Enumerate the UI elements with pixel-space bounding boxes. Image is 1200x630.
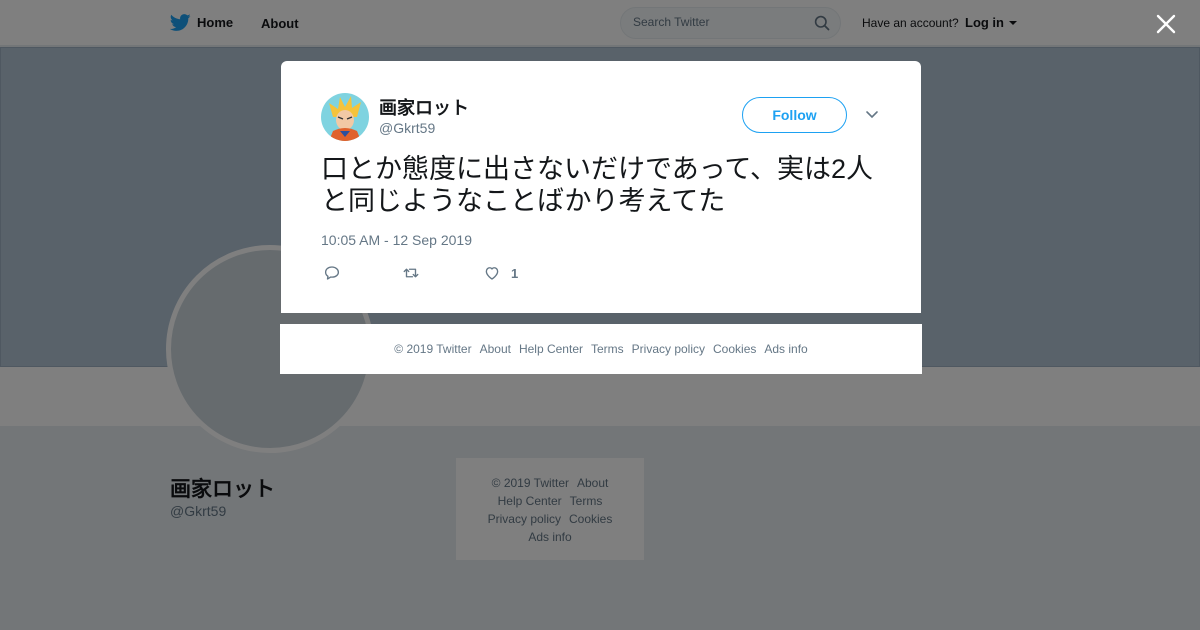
chevron-down-icon[interactable] [865, 109, 879, 121]
retweet-button[interactable] [402, 263, 420, 283]
tweet-author-handle[interactable]: @Gkrt59 [379, 120, 435, 136]
modal-footer-help-link[interactable]: Help Center [519, 342, 583, 356]
avatar-illustration [321, 93, 369, 141]
reply-icon [324, 266, 340, 280]
modal-footer-ads-link[interactable]: Ads info [764, 342, 807, 356]
follow-button[interactable]: Follow [742, 97, 847, 133]
tweet-card: 画家ロット @Gkrt59 Follow 口とか態度に出さないだけであって、実は… [281, 61, 921, 313]
like-count: 1 [511, 265, 519, 281]
retweet-icon [403, 268, 419, 278]
modal-footer: © 2019 Twitter About Help Center Terms Priva… [280, 324, 922, 374]
modal-footer-terms-link[interactable]: Terms [591, 342, 624, 356]
close-icon[interactable] [1154, 12, 1178, 36]
like-button[interactable]: 1 [483, 263, 518, 283]
tweet-author-avatar[interactable] [321, 93, 369, 141]
tweet-text: 口とか態度に出さないだけであって、実は2人と同じようなことばかり考えてた [321, 154, 874, 216]
heart-icon [485, 267, 499, 280]
modal-footer-privacy-link[interactable]: Privacy policy [632, 342, 705, 356]
modal-footer-cookies-link[interactable]: Cookies [713, 342, 756, 356]
tweet-timestamp[interactable]: 10:05 AM - 12 Sep 2019 [321, 232, 472, 248]
reply-button[interactable] [323, 263, 341, 283]
modal-footer-copyright: © 2019 Twitter [394, 342, 472, 356]
modal-footer-about-link[interactable]: About [480, 342, 511, 356]
tweet-author-name[interactable]: 画家ロット [379, 94, 469, 120]
